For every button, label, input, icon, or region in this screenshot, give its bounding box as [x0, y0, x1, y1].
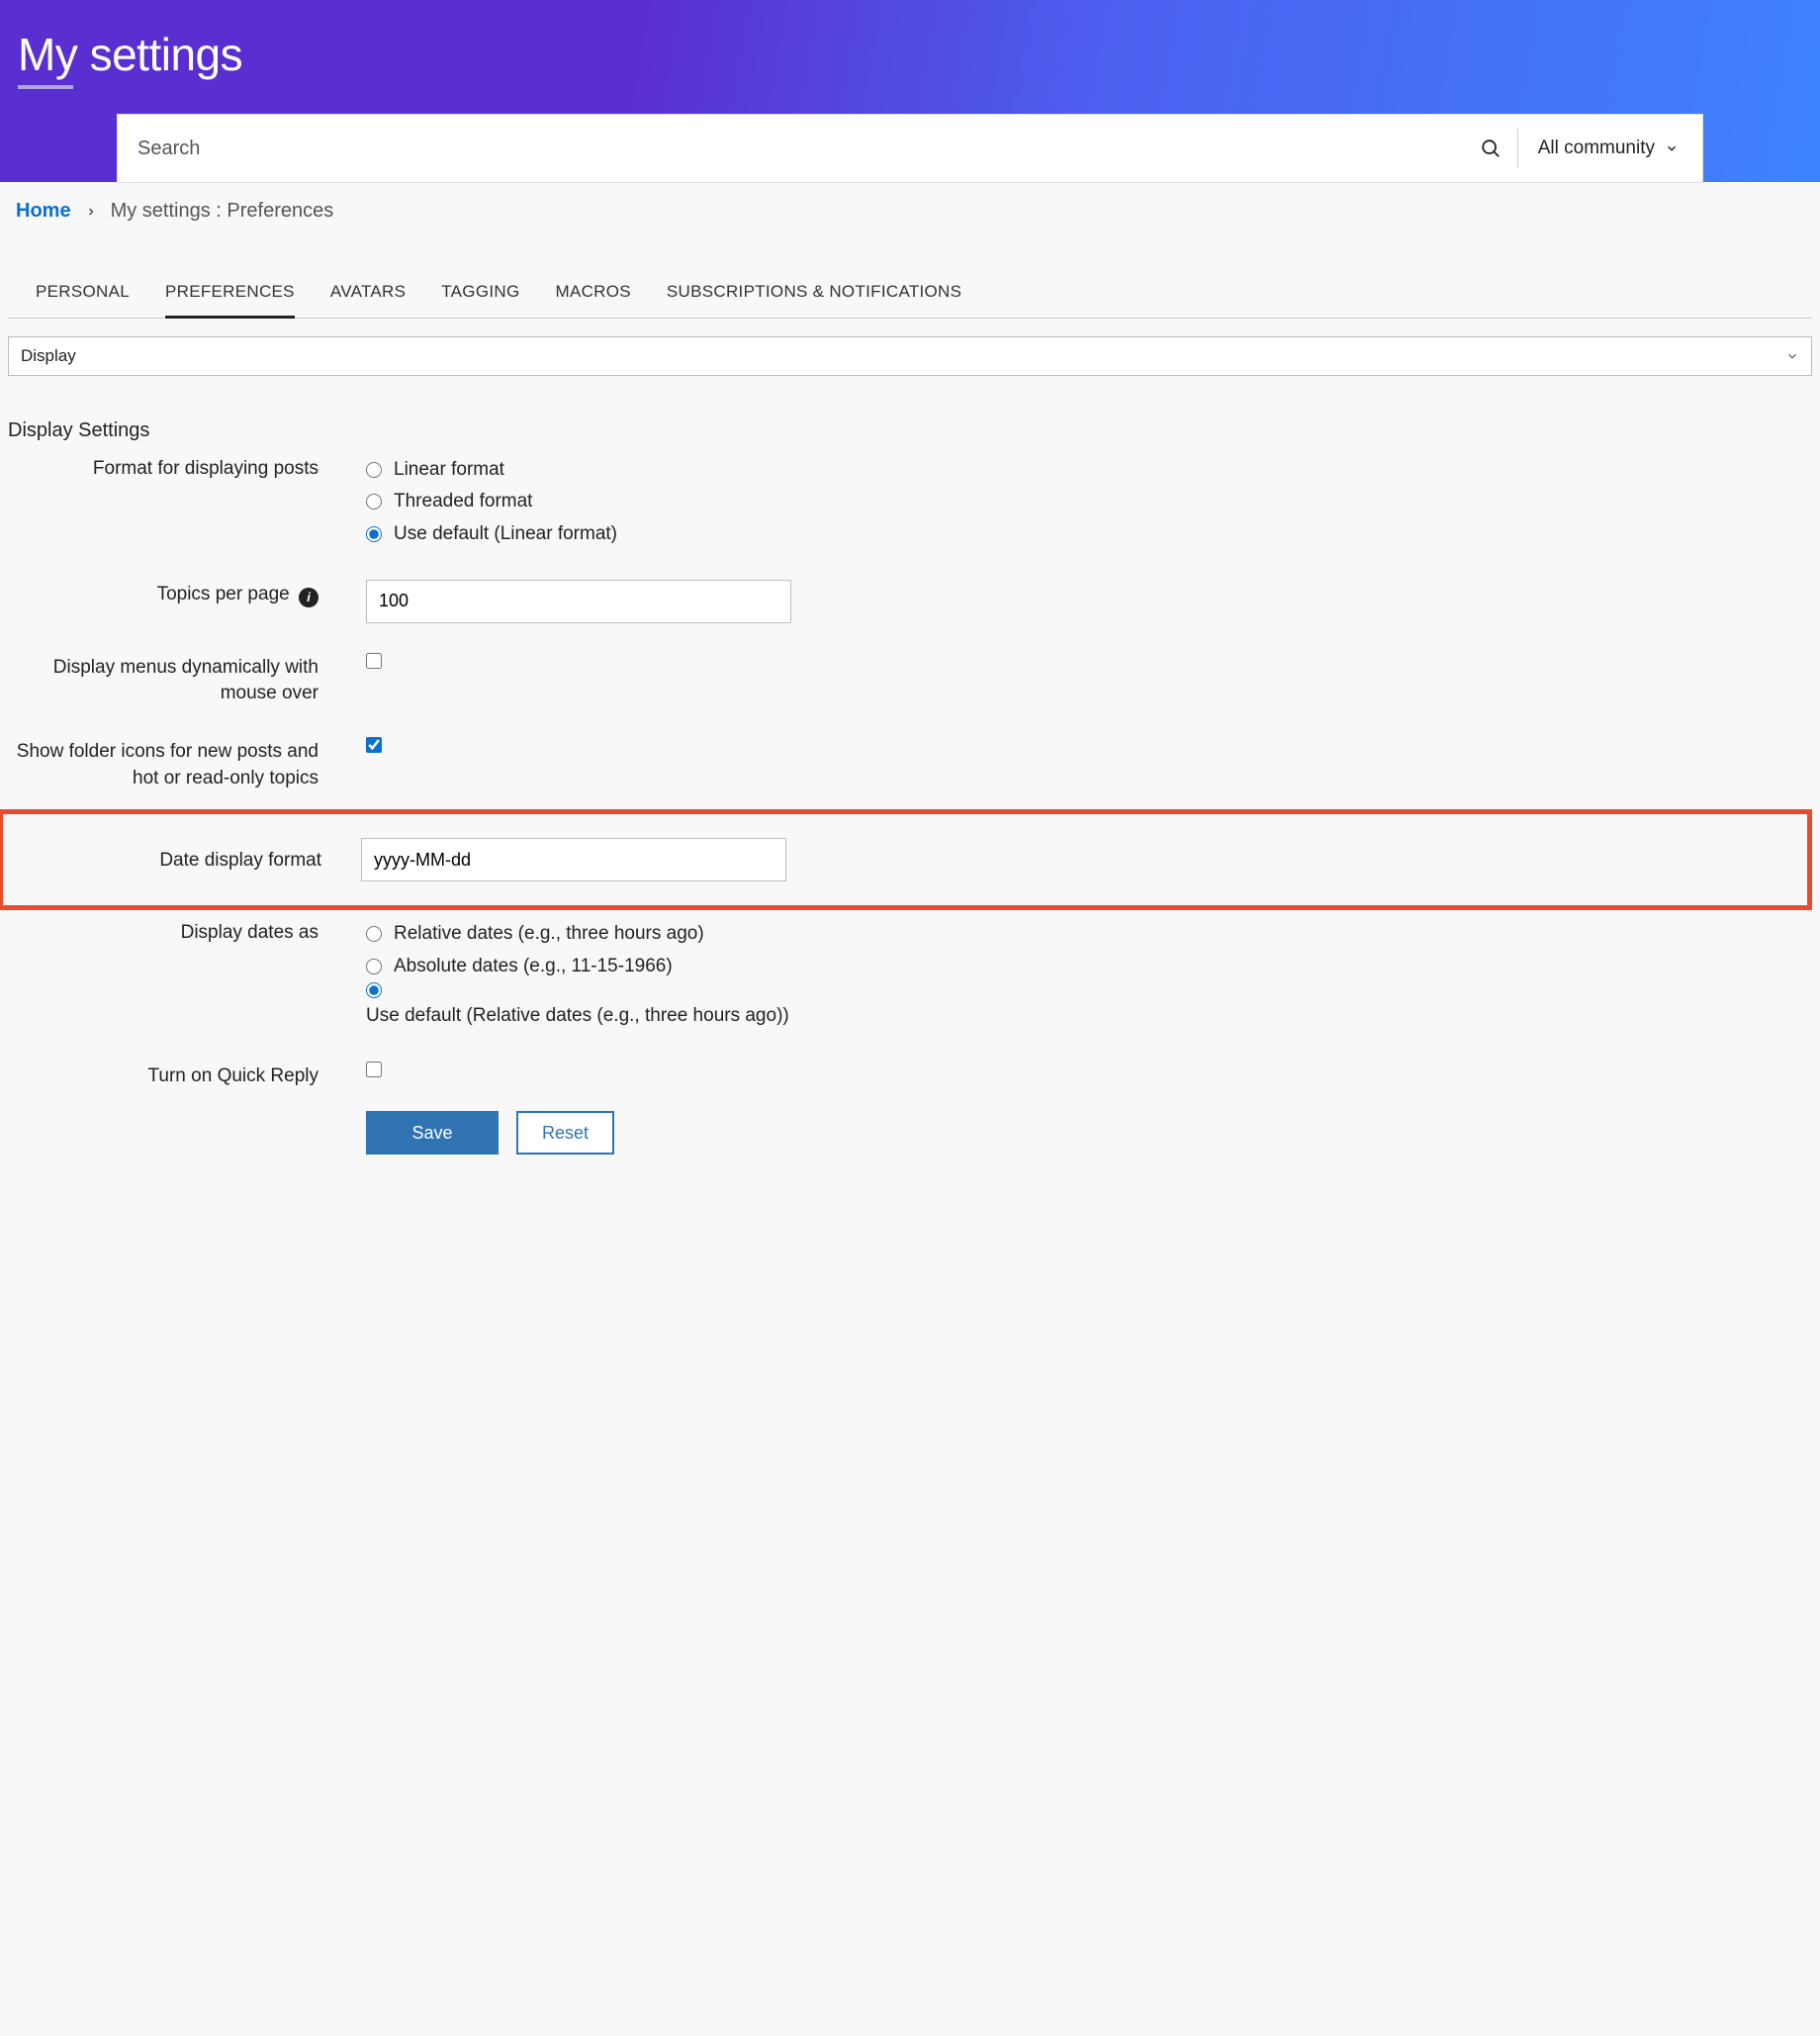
subsection-select[interactable]: Display: [8, 336, 1812, 376]
row-topics-per-page: Topics per page i: [8, 580, 1812, 623]
radio-linear-format[interactable]: Linear format: [366, 454, 1812, 486]
radio-threaded-format-label: Threaded format: [394, 486, 532, 517]
tab-avatars[interactable]: AVATARS: [330, 272, 406, 319]
topics-per-page-input[interactable]: [366, 580, 791, 623]
title-underline: [18, 85, 73, 89]
checkbox-quick-reply-input[interactable]: [366, 1062, 382, 1077]
radio-relative-dates-input[interactable]: [366, 926, 382, 942]
tab-subscriptions[interactable]: SUBSCRIPTIONS & NOTIFICATIONS: [667, 272, 961, 319]
tab-personal[interactable]: PERSONAL: [36, 272, 130, 319]
section-title: Display Settings: [8, 419, 1812, 442]
radio-absolute-dates-label: Absolute dates (e.g., 11-15-1966): [394, 951, 673, 982]
info-icon[interactable]: i: [299, 588, 318, 607]
tab-macros[interactable]: MACROS: [555, 272, 630, 319]
chevron-right-icon: [85, 206, 97, 218]
tab-preferences[interactable]: PREFERENCES: [165, 272, 295, 319]
radio-relative-dates-label: Relative dates (e.g., three hours ago): [394, 918, 704, 950]
breadcrumb-home[interactable]: Home: [16, 200, 71, 223]
chevron-down-icon: [1785, 349, 1799, 363]
radio-default-format-input[interactable]: [366, 526, 382, 542]
content-area: PERSONAL PREFERENCES AVATARS TAGGING MAC…: [0, 232, 1820, 1184]
label-format-posts: Format for displaying posts: [8, 454, 366, 483]
checkbox-folder-icons[interactable]: [366, 737, 1812, 753]
label-display-dates-as: Display dates as: [8, 918, 366, 947]
checkbox-folder-icons-input[interactable]: [366, 737, 382, 753]
radio-default-dates-input[interactable]: [366, 982, 382, 998]
reset-button[interactable]: Reset: [516, 1111, 614, 1155]
radio-linear-format-label: Linear format: [394, 454, 504, 486]
search-bar: All community: [117, 114, 1703, 183]
breadcrumb: Home My settings : Preferences: [0, 182, 1820, 232]
label-quick-reply: Turn on Quick Reply: [8, 1062, 366, 1090]
date-format-input[interactable]: [361, 838, 786, 881]
row-dynamic-menus: Display menus dynamically with mouse ove…: [8, 653, 1812, 707]
row-display-dates-as: Display dates as Relative dates (e.g., t…: [8, 918, 1812, 1032]
checkbox-dynamic-menus-input[interactable]: [366, 653, 382, 669]
row-quick-reply: Turn on Quick Reply Save Reset: [8, 1062, 1812, 1155]
save-button[interactable]: Save: [366, 1111, 499, 1155]
radio-absolute-dates-input[interactable]: [366, 959, 382, 974]
radio-absolute-dates[interactable]: Absolute dates (e.g., 11-15-1966): [366, 951, 1812, 982]
tab-tagging[interactable]: TAGGING: [441, 272, 519, 319]
tabs-nav: PERSONAL PREFERENCES AVATARS TAGGING MAC…: [8, 272, 1812, 319]
row-format-posts: Format for displaying posts Linear forma…: [8, 454, 1812, 550]
row-folder-icons: Show folder icons for new posts and hot …: [8, 737, 1812, 791]
checkbox-dynamic-menus[interactable]: [366, 653, 1812, 669]
search-scope-select[interactable]: All community: [1518, 115, 1702, 182]
checkbox-quick-reply[interactable]: [366, 1062, 1812, 1077]
chevron-down-icon: [1665, 141, 1679, 155]
radio-threaded-format-input[interactable]: [366, 494, 382, 509]
subsection-selected: Display: [21, 346, 76, 366]
radio-relative-dates[interactable]: Relative dates (e.g., three hours ago): [366, 918, 1812, 950]
highlighted-date-format-row: Date display format: [0, 809, 1812, 910]
radio-threaded-format[interactable]: Threaded format: [366, 486, 1812, 517]
search-scope-label: All community: [1538, 138, 1655, 159]
label-dynamic-menus: Display menus dynamically with mouse ove…: [8, 653, 366, 707]
radio-default-format[interactable]: Use default (Linear format): [366, 518, 1812, 550]
page-title: My settings: [18, 28, 1802, 81]
radio-default-dates-label: Use default (Relative dates (e.g., three…: [366, 1000, 789, 1032]
label-topics-per-page-text: Topics per page: [157, 584, 290, 604]
label-date-format: Date display format: [11, 846, 361, 875]
radio-default-dates[interactable]: Use default (Relative dates (e.g., three…: [366, 982, 1812, 1032]
label-topics-per-page: Topics per page i: [8, 580, 366, 608]
search-input[interactable]: [118, 115, 1464, 182]
label-folder-icons: Show folder icons for new posts and hot …: [8, 737, 366, 791]
breadcrumb-current: My settings : Preferences: [111, 200, 334, 223]
hero-banner: My settings All community: [0, 0, 1820, 182]
search-icon[interactable]: [1464, 138, 1517, 159]
radio-default-format-label: Use default (Linear format): [394, 518, 617, 550]
radio-linear-format-input[interactable]: [366, 462, 382, 478]
